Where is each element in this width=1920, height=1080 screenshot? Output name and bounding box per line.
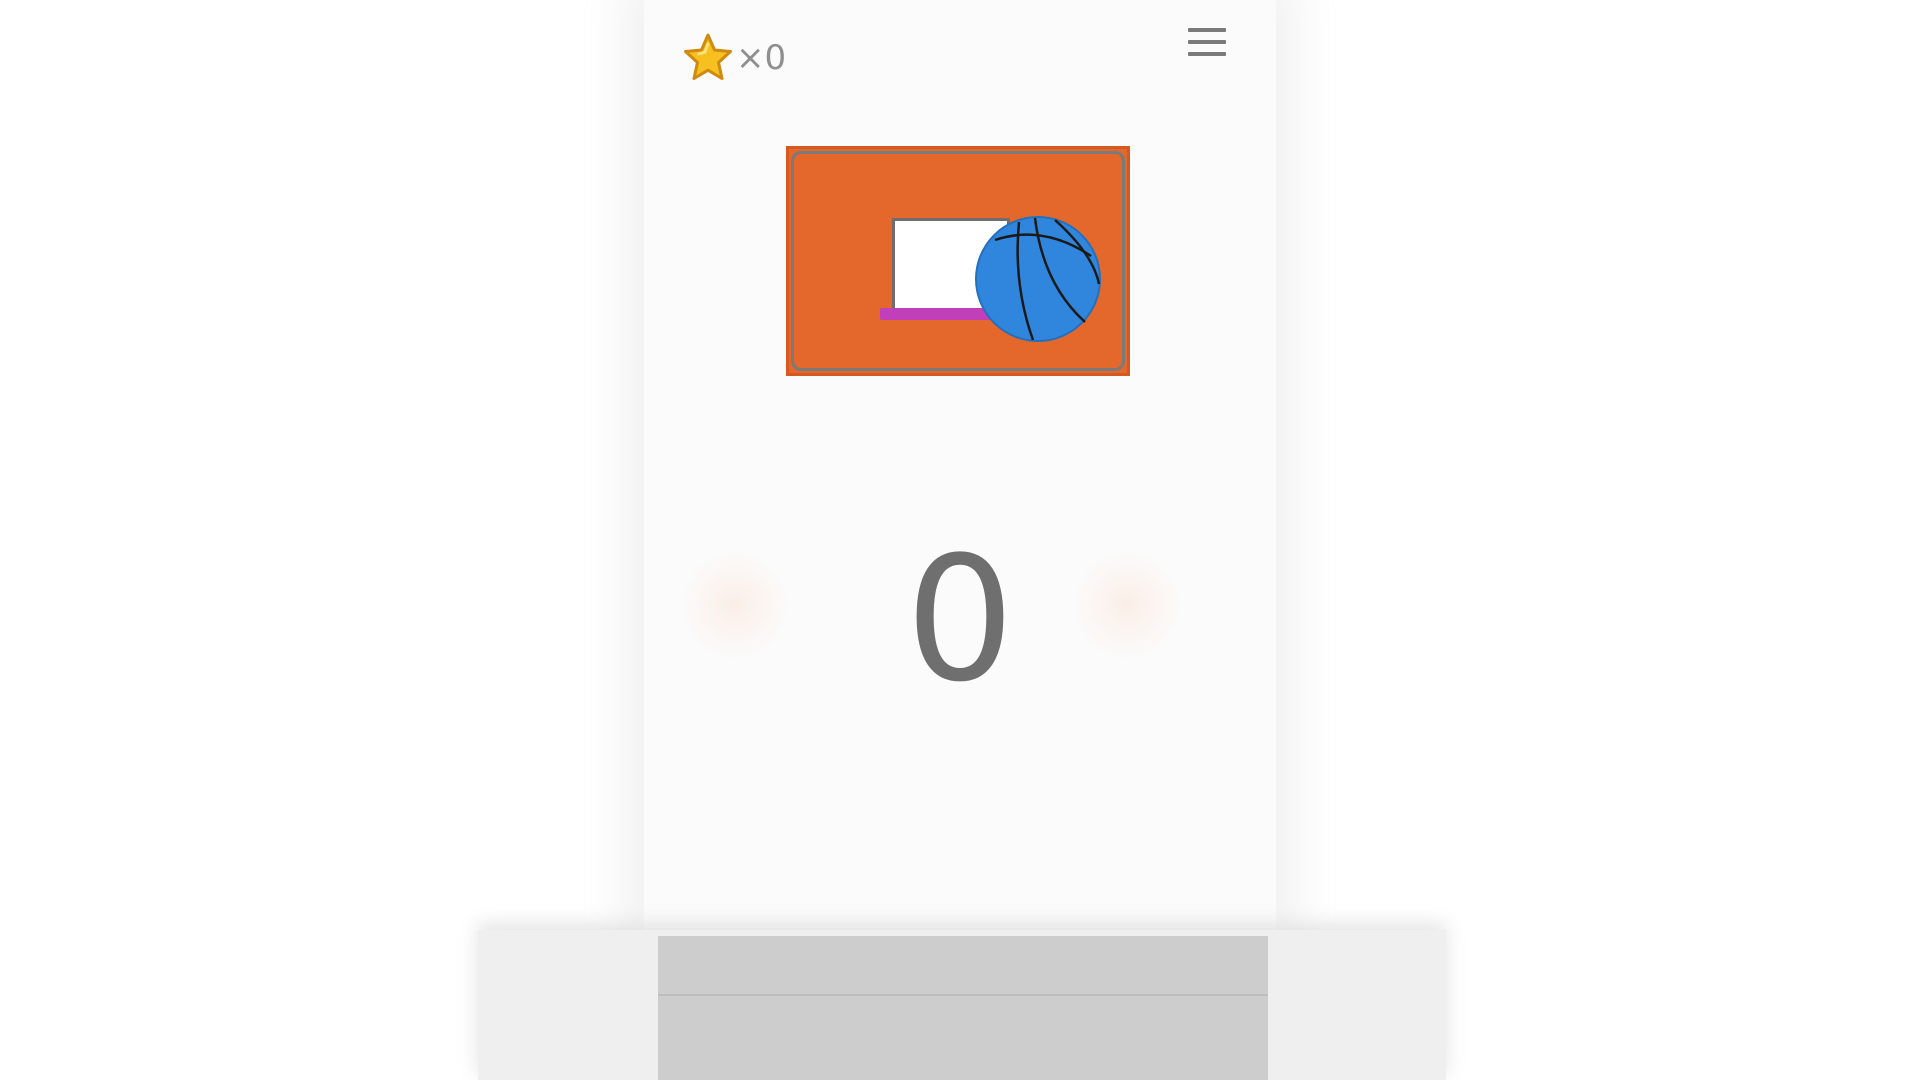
star-counter: ×0 [682,32,786,84]
backboard [786,146,1130,376]
score-display: 0 [905,519,1015,720]
floor-center-panel [658,936,1268,1080]
faint-glow-left [680,550,790,660]
game-area[interactable] [644,0,1276,930]
basketball-icon [975,216,1101,342]
basketball[interactable] [973,214,1103,344]
floor-line [658,994,1268,996]
star-icon [682,32,734,84]
hamburger-menu-icon [1188,28,1226,32]
menu-button[interactable] [1188,28,1226,64]
star-count: ×0 [736,38,787,78]
faint-glow-right [1072,550,1182,660]
game-stage[interactable]: ×0 0 [0,0,1920,1080]
